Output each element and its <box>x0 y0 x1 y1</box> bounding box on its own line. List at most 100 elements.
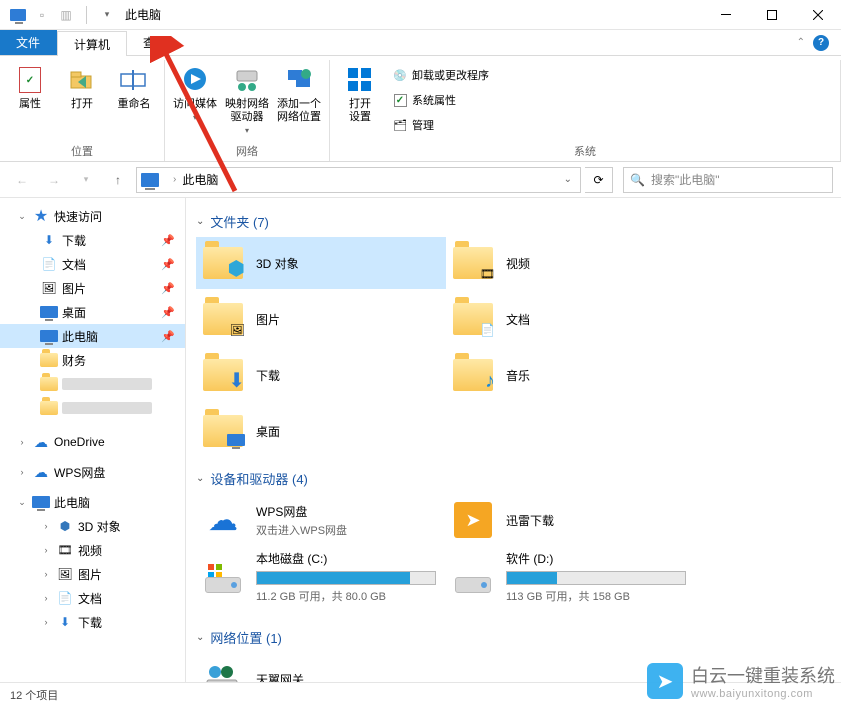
system-props-icon <box>392 92 408 108</box>
folder-pictures[interactable]: 🖼图片 <box>196 293 446 345</box>
tree-finance[interactable]: 财务 <box>0 348 185 372</box>
minimize-button[interactable] <box>703 0 749 30</box>
search-placeholder: 搜索"此电脑" <box>651 171 720 188</box>
search-input[interactable]: 🔍 搜索"此电脑" <box>623 167 833 193</box>
tab-computer[interactable]: 计算机 <box>57 31 127 56</box>
folder-icon: ⬇ <box>200 354 246 396</box>
folder-videos[interactable]: 🎞视频 <box>446 237 696 289</box>
tree-documents[interactable]: 📄文档📌 <box>0 252 185 276</box>
up-button[interactable]: ↑ <box>104 166 132 194</box>
window-title: 此电脑 <box>125 6 161 23</box>
cloud-icon: ☁ <box>32 464 50 480</box>
tab-file[interactable]: 文件 <box>0 30 57 55</box>
group-label-network: 网络 <box>171 141 323 161</box>
tree-videos[interactable]: ›🎞视频 <box>0 538 185 562</box>
tree-pictures2[interactable]: ›🖼图片 <box>0 562 185 586</box>
pc-icon <box>32 494 50 510</box>
item-count: 12 个项目 <box>10 687 58 703</box>
map-network-button[interactable]: 映射网络 驱动器 ▾ <box>223 60 271 135</box>
folder-icon: 🖼 <box>200 298 246 340</box>
disk-icon <box>200 564 246 606</box>
add-network-icon <box>283 64 315 96</box>
qat-dropdown-icon[interactable]: ▾ <box>99 7 115 23</box>
section-devices[interactable]: ⌄设备和驱动器 (4) <box>196 469 831 488</box>
tree-pictures[interactable]: 🖼图片📌 <box>0 276 185 300</box>
tree-blurred-2[interactable] <box>0 396 185 420</box>
qat-properties-icon[interactable]: ▥ <box>58 7 74 23</box>
quick-access-toolbar: ▫ ▥ ▾ <box>10 6 115 24</box>
download-icon: ⬇ <box>40 232 58 248</box>
capacity-bar <box>506 571 686 585</box>
add-network-button[interactable]: 添加一个 网络位置 <box>275 60 323 124</box>
section-folders[interactable]: ⌄文件夹 (7) <box>196 212 831 231</box>
rename-button[interactable]: 重命名 <box>110 60 158 111</box>
tree-this-pc[interactable]: 此电脑📌 <box>0 324 185 348</box>
system-properties-button[interactable]: 系统属性 <box>392 89 489 111</box>
open-button[interactable]: 打开 <box>58 60 106 111</box>
open-settings-button[interactable]: 打开 设置 <box>336 60 384 124</box>
forward-button[interactable]: → <box>40 166 68 194</box>
navigation-bar: ← → ▾ ↑ › 此电脑 ⌄ ⟳ 🔍 搜索"此电脑" <box>0 162 841 198</box>
folder-desktop[interactable]: 桌面 <box>196 405 446 457</box>
properties-button[interactable]: 属性 <box>6 60 54 111</box>
address-dropdown-icon[interactable]: ⌄ <box>556 174 580 185</box>
folder-3d-objects[interactable]: ⬢3D 对象 <box>196 237 446 289</box>
folder-documents[interactable]: 📄文档 <box>446 293 696 345</box>
rename-icon <box>118 64 150 96</box>
recent-dropdown[interactable]: ▾ <box>72 166 100 194</box>
uninstall-button[interactable]: 💿卸载或更改程序 <box>392 64 489 86</box>
tree-3d-objects[interactable]: ›⬢3D 对象 <box>0 514 185 538</box>
tree-quick-access[interactable]: ⌄★快速访问 <box>0 204 185 228</box>
tree-blurred-1[interactable] <box>0 372 185 396</box>
star-icon: ★ <box>32 208 50 224</box>
access-media-button[interactable]: 访问媒体 ▾ <box>171 60 219 122</box>
app-icon <box>10 7 26 23</box>
network-gateway[interactable]: 天翼网关 <box>196 653 446 682</box>
folder-icon <box>200 410 246 452</box>
document-icon: 📄 <box>40 256 58 272</box>
tree-wps[interactable]: ›☁WPS网盘 <box>0 460 185 484</box>
maximize-button[interactable] <box>749 0 795 30</box>
drive-d[interactable]: 软件 (D:) 113 GB 可用，共 158 GB <box>446 550 696 606</box>
capacity-bar <box>256 571 436 585</box>
uninstall-icon: 💿 <box>392 67 408 83</box>
tree-this-pc-root[interactable]: ⌄此电脑 <box>0 490 185 514</box>
pin-icon: 📌 <box>161 330 175 343</box>
pc-icon <box>40 328 58 344</box>
ribbon: 属性 打开 重命名 位置 访问媒体 ▾ 映射网络 驱动器 ▾ <box>0 56 841 162</box>
tree-downloads[interactable]: ⬇下载📌 <box>0 228 185 252</box>
collapse-ribbon-icon[interactable]: ⌃ <box>797 37 805 48</box>
qat-new-icon[interactable]: ▫ <box>34 7 50 23</box>
xunlei-icon: ➤ <box>450 499 496 541</box>
breadcrumb-location[interactable]: 此电脑 <box>182 171 218 188</box>
breadcrumb-sep-icon: › <box>173 174 176 185</box>
refresh-button[interactable]: ⟳ <box>585 167 613 193</box>
tab-view[interactable]: 查看 <box>127 30 184 55</box>
address-bar[interactable]: › 此电脑 ⌄ <box>136 167 581 193</box>
tree-documents2[interactable]: ›📄文档 <box>0 586 185 610</box>
help-icon[interactable]: ? <box>813 35 829 51</box>
watermark-url: www.baiyunxitong.com <box>691 688 835 700</box>
ribbon-help: ⌃ ? <box>797 30 841 55</box>
back-button[interactable]: ← <box>8 166 36 194</box>
section-network[interactable]: ⌄网络位置 (1) <box>196 628 831 647</box>
drive-c[interactable]: 本地磁盘 (C:) 11.2 GB 可用，共 80.0 GB <box>196 550 446 606</box>
devices-grid: ☁WPS网盘双击进入WPS网盘 ➤迅雷下载 本地磁盘 (C:) 11.2 GB … <box>196 494 831 620</box>
device-xunlei[interactable]: ➤迅雷下载 <box>446 494 696 546</box>
manage-button[interactable]: 🗂管理 <box>392 114 489 136</box>
close-button[interactable] <box>795 0 841 30</box>
open-icon <box>66 64 98 96</box>
folder-icon: 📄 <box>450 298 496 340</box>
desktop-icon <box>40 304 58 320</box>
picture-icon: 🖼 <box>56 566 74 582</box>
folder-downloads[interactable]: ⬇下载 <box>196 349 446 401</box>
tree-desktop[interactable]: 桌面📌 <box>0 300 185 324</box>
folder-music[interactable]: ♪音乐 <box>446 349 696 401</box>
tree-downloads2[interactable]: ›⬇下载 <box>0 610 185 634</box>
navigation-tree: ⌄★快速访问 ⬇下载📌 📄文档📌 🖼图片📌 桌面📌 此电脑📌 财务 ›☁OneD… <box>0 198 186 682</box>
tree-onedrive[interactable]: ›☁OneDrive <box>0 430 185 454</box>
folder-icon: ⬢ <box>200 242 246 284</box>
watermark-logo-icon: ➤ <box>647 663 683 699</box>
qat-divider <box>86 6 87 24</box>
device-wps[interactable]: ☁WPS网盘双击进入WPS网盘 <box>196 494 446 546</box>
